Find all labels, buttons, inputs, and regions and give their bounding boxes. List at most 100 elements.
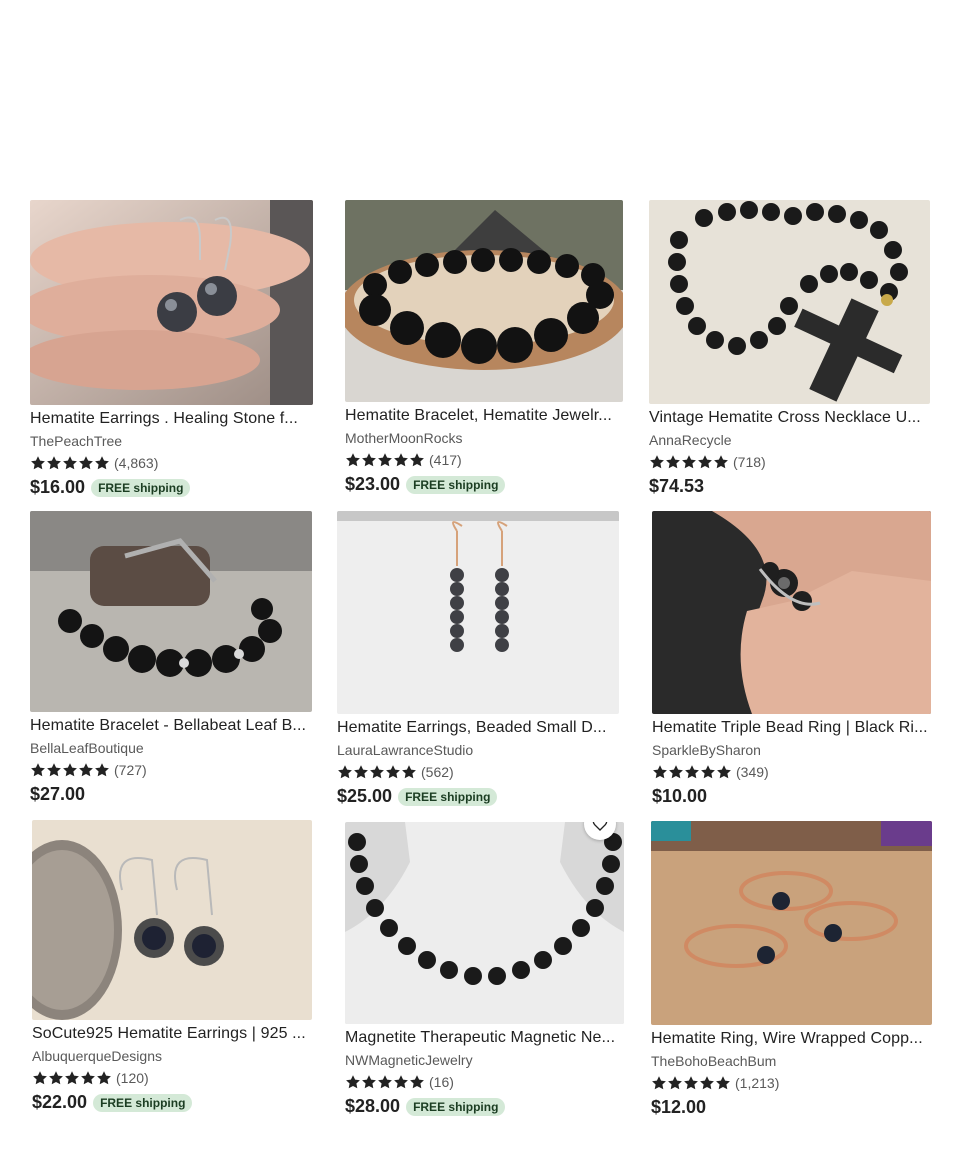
- listing-title[interactable]: Hematite Triple Bead Ring | Black Ri...: [652, 718, 931, 738]
- free-shipping-badge: FREE shipping: [406, 1097, 506, 1116]
- star-icon: [393, 452, 409, 468]
- shop-name: BellaLeafBoutique: [30, 740, 144, 756]
- star-rating: [30, 762, 110, 778]
- listing-title[interactable]: Magnetite Therapeutic Magnetic Ne...: [345, 1028, 624, 1048]
- star-icon: [649, 454, 665, 470]
- star-icon: [651, 1075, 667, 1091]
- star-icon: [353, 764, 369, 780]
- star-icon: [337, 764, 353, 780]
- star-icon: [62, 762, 78, 778]
- listing-title[interactable]: Hematite Ring, Wire Wrapped Copp...: [651, 1029, 932, 1049]
- star-icon: [361, 452, 377, 468]
- star-icon: [652, 764, 668, 780]
- star-icon: [78, 762, 94, 778]
- shop-name: ThePeachTree: [30, 433, 123, 449]
- listing-card[interactable]: SoCute925 Hematite Earrings | 925 ... Al…: [32, 820, 312, 1113]
- price: $25.00: [337, 786, 393, 806]
- star-icon: [94, 762, 110, 778]
- star-icon: [668, 764, 684, 780]
- rating: (120): [32, 1069, 312, 1087]
- listing-card[interactable]: Hematite Bracelet, Hematite Jewelr... Mo…: [345, 200, 623, 495]
- rating: (727): [30, 761, 312, 779]
- star-icon: [96, 1070, 112, 1086]
- rating: (16): [345, 1073, 624, 1091]
- price: $23.00: [345, 474, 401, 494]
- free-shipping-badge: FREE shipping: [91, 478, 191, 497]
- rating: (562): [337, 763, 619, 781]
- star-rating: [649, 454, 729, 470]
- star-icon: [697, 454, 713, 470]
- price: $27.00: [30, 784, 86, 804]
- shop-name: MotherMoonRocks: [345, 430, 463, 446]
- star-icon: [345, 1074, 361, 1090]
- star-icon: [683, 1075, 699, 1091]
- review-count: (120): [116, 1070, 149, 1086]
- rating: (417): [345, 451, 623, 469]
- star-icon: [32, 1070, 48, 1086]
- review-count: (4,863): [114, 455, 159, 471]
- listing-title[interactable]: Vintage Hematite Cross Necklace U...: [649, 408, 930, 428]
- star-icon: [699, 1075, 715, 1091]
- star-icon: [30, 455, 46, 471]
- free-shipping-badge: FREE shipping: [398, 787, 498, 806]
- star-icon: [681, 454, 697, 470]
- star-icon: [409, 452, 425, 468]
- star-rating: [652, 764, 732, 780]
- shop-name: SparkleBySharon: [652, 742, 761, 758]
- listing-title[interactable]: SoCute925 Hematite Earrings | 925 ...: [32, 1024, 312, 1044]
- listing-card[interactable]: Hematite Ring, Wire Wrapped Copp... TheB…: [651, 821, 932, 1118]
- listing-image[interactable]: [30, 200, 313, 405]
- star-icon: [715, 1075, 731, 1091]
- star-icon: [80, 1070, 96, 1086]
- listing-image[interactable]: [30, 511, 312, 712]
- review-count: (562): [421, 764, 454, 780]
- listing-title[interactable]: Hematite Earrings . Healing Stone f...: [30, 409, 313, 429]
- star-icon: [48, 1070, 64, 1086]
- star-icon: [377, 452, 393, 468]
- shop-name: AlbuquerqueDesigns: [32, 1048, 162, 1064]
- star-rating: [32, 1070, 112, 1086]
- listing-image[interactable]: [649, 200, 930, 404]
- star-icon: [665, 454, 681, 470]
- star-icon: [667, 1075, 683, 1091]
- shop-name: NWMagneticJewelry: [345, 1052, 473, 1068]
- listing-card[interactable]: Magnetite Therapeutic Magnetic Ne... NWM…: [345, 822, 624, 1117]
- star-icon: [369, 764, 385, 780]
- listing-image[interactable]: [337, 511, 619, 714]
- listing-card[interactable]: Hematite Earrings, Beaded Small D... Lau…: [337, 511, 619, 807]
- review-count: (417): [429, 452, 462, 468]
- star-icon: [716, 764, 732, 780]
- listing-card[interactable]: Vintage Hematite Cross Necklace U... Ann…: [649, 200, 930, 497]
- star-icon: [30, 762, 46, 778]
- listing-image[interactable]: [345, 822, 624, 1024]
- free-shipping-badge: FREE shipping: [93, 1093, 193, 1112]
- star-icon: [64, 1070, 80, 1086]
- star-icon: [409, 1074, 425, 1090]
- listing-image[interactable]: [652, 511, 931, 714]
- review-count: (727): [114, 762, 147, 778]
- free-shipping-badge: FREE shipping: [406, 475, 506, 494]
- price: $12.00: [651, 1097, 707, 1117]
- price: $74.53: [649, 476, 705, 496]
- listing-image[interactable]: [32, 820, 312, 1020]
- listing-card[interactable]: Hematite Triple Bead Ring | Black Ri... …: [652, 511, 931, 807]
- listing-card[interactable]: Hematite Earrings . Healing Stone f... T…: [30, 200, 313, 498]
- star-icon: [684, 764, 700, 780]
- listing-title[interactable]: Hematite Bracelet, Hematite Jewelr...: [345, 406, 623, 426]
- review-count: (1,213): [735, 1075, 780, 1091]
- star-icon: [401, 764, 417, 780]
- listing-title[interactable]: Hematite Earrings, Beaded Small D...: [337, 718, 619, 738]
- star-icon: [361, 1074, 377, 1090]
- review-count: (718): [733, 454, 766, 470]
- price: $16.00: [30, 477, 86, 497]
- listing-grid: Hematite Earrings . Healing Stone f... T…: [0, 0, 958, 1156]
- listing-title[interactable]: Hematite Bracelet - Bellabeat Leaf B...: [30, 716, 312, 736]
- star-rating: [30, 455, 110, 471]
- price: $10.00: [652, 786, 708, 806]
- shop-name: TheBohoBeachBum: [651, 1053, 777, 1069]
- listing-card[interactable]: Hematite Bracelet - Bellabeat Leaf B... …: [30, 511, 312, 805]
- star-icon: [46, 762, 62, 778]
- listing-image[interactable]: [651, 821, 932, 1025]
- listing-image[interactable]: [345, 200, 623, 402]
- star-icon: [46, 455, 62, 471]
